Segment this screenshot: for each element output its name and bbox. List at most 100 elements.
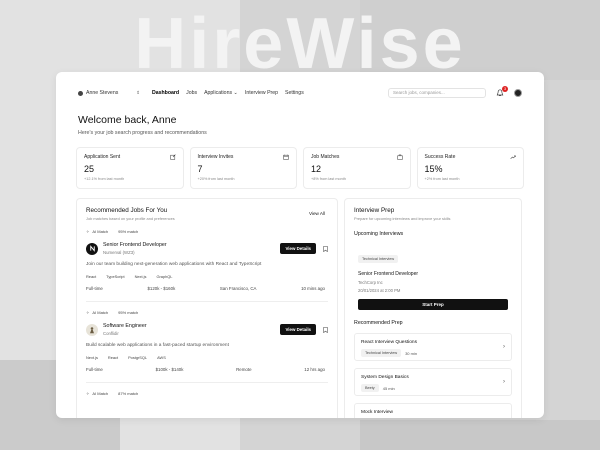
nav-jobs[interactable]: Jobs xyxy=(186,90,197,96)
job-header: Senior Frontend Developer Numerval (WZ3)… xyxy=(86,242,328,255)
stat-card-applications: Application Sent 25 +12.1% from last mon… xyxy=(76,147,184,189)
skill-tag: Next.js xyxy=(86,355,98,360)
prep-item[interactable]: React Interview Questions Technical Inte… xyxy=(354,333,512,361)
job-salary: $120k - $160k xyxy=(147,286,176,291)
stat-value: 7 xyxy=(197,164,203,174)
profile-avatar[interactable] xyxy=(514,89,522,97)
edit-icon xyxy=(169,154,176,160)
search-input[interactable]: Search jobs, companies... xyxy=(388,88,486,98)
job-posted: 12 hrs ago xyxy=(304,367,325,372)
job-description: Build scalable web applications in a fas… xyxy=(86,343,229,348)
job-company: Numerval (WZ3) xyxy=(103,250,135,255)
interview-prep-panel: Interview Prep Prepare for upcoming inte… xyxy=(344,198,522,418)
stat-label: Application Sent xyxy=(84,154,121,160)
stat-card-interviews: Interview Invites 7 +20% from last month xyxy=(189,147,297,189)
prep-item-chip: Beety xyxy=(361,384,379,392)
stats-row: Application Sent 25 +12.1% from last mon… xyxy=(56,147,544,189)
prep-item-meta: Technical Interview 30 min xyxy=(361,349,505,357)
stat-change: +12.1% from last month xyxy=(84,177,125,181)
background-block xyxy=(360,420,600,450)
job-card: ✧ AI Match 95% match Senior Frontend Deve… xyxy=(86,229,328,291)
user-name: Anne Stevens xyxy=(86,90,119,96)
nav-interview-prep[interactable]: Interview Prep xyxy=(245,90,278,96)
job-location: Remote xyxy=(236,367,252,372)
job-tags: Next.js React PostgrSQL AWS xyxy=(86,353,328,362)
match-percent: 95% match xyxy=(118,310,139,315)
chevron-right-icon: › xyxy=(503,379,505,385)
skill-tag: AWS xyxy=(157,355,166,360)
prep-item-title: React Interview Questions xyxy=(361,340,417,345)
stat-value: 25 xyxy=(84,164,95,174)
main-columns: Recommended Jobs For You Job matches bas… xyxy=(56,198,544,418)
prep-item-duration: 45 min xyxy=(382,385,395,391)
job-title[interactable]: Software Engineer xyxy=(103,323,280,329)
nav-settings[interactable]: Settings xyxy=(285,90,304,96)
chevron-down-icon: ⌄ xyxy=(233,90,238,96)
notification-badge: 3 xyxy=(502,86,508,92)
sparkle-icon: ✧ xyxy=(86,391,90,396)
nav-links: Dashboard Jobs Applications ⌄ Interview … xyxy=(152,90,388,96)
prep-item[interactable]: Mock Interview xyxy=(354,403,512,418)
recommended-jobs-panel: Recommended Jobs For You Job matches bas… xyxy=(76,198,338,418)
job-meta: Full-time $120k - $160k San Francisco, C… xyxy=(86,286,328,291)
company-logo xyxy=(86,323,98,336)
panel-title: Recommended Jobs For You xyxy=(86,207,168,214)
stat-label: Interview Invites xyxy=(197,154,234,160)
interview-company: TechCorp Inc xyxy=(358,280,383,285)
welcome-section: Welcome back, Anne Here's your job searc… xyxy=(56,114,544,136)
view-details-button[interactable]: View Details xyxy=(280,243,316,254)
view-details-button[interactable]: View Details xyxy=(280,324,316,335)
updown-icon: ⇕ xyxy=(136,90,140,95)
match-percent: 87% match xyxy=(118,391,139,396)
prep-item[interactable]: System Design Basics Beety 45 min › xyxy=(354,368,512,396)
upcoming-interviews-title: Upcoming Interviews xyxy=(354,231,404,237)
match-row: ✧ AI Match 95% match xyxy=(86,229,328,234)
match-row: ✧ AI Match 95% match xyxy=(86,310,328,315)
bookmark-icon[interactable] xyxy=(323,326,328,333)
user-avatar xyxy=(78,90,83,96)
view-all-link[interactable]: View All xyxy=(309,211,325,216)
upcoming-interview-card: Technical Interview Senior Frontend Deve… xyxy=(354,247,512,293)
ai-match-label: AI Match xyxy=(92,229,109,234)
stat-change: +20% from last month xyxy=(197,177,235,181)
top-nav: Anne Stevens ⇕ Dashboard Jobs Applicatio… xyxy=(56,72,544,114)
skill-tag: React xyxy=(86,274,97,279)
stat-change: +2% from last month xyxy=(424,177,460,181)
trend-up-icon xyxy=(510,155,516,159)
stat-change: +8% from last month xyxy=(311,177,346,181)
start-prep-button[interactable]: Start Prep xyxy=(358,299,508,310)
recommended-prep-title: Recommended Prep xyxy=(354,320,403,326)
ai-match: ✧ AI Match xyxy=(86,229,108,234)
ai-match-label: AI Match xyxy=(92,310,109,315)
skill-tag: GraphQL xyxy=(156,274,173,279)
job-type: Full-time xyxy=(86,367,103,372)
job-card: ✧ AI Match 87% match xyxy=(86,382,328,396)
panel-title: Interview Prep xyxy=(354,207,395,214)
sparkle-icon: ✧ xyxy=(86,229,90,234)
app-window: Anne Stevens ⇕ Dashboard Jobs Applicatio… xyxy=(56,72,544,418)
nav-applications[interactable]: Applications ⌄ xyxy=(204,90,238,96)
stat-card-success: Success Rate 15% +2% from last month xyxy=(416,147,524,189)
notifications-button[interactable]: 3 xyxy=(496,86,508,97)
job-meta: Full-time $100k - $140k Remote 12 hrs ag… xyxy=(86,367,328,372)
job-header: Software Engineer Conflidir View Details xyxy=(86,323,328,336)
page-title: Welcome back, Anne xyxy=(78,114,177,126)
stat-value: 15% xyxy=(424,164,443,174)
calendar-icon xyxy=(283,154,289,160)
prep-item-title: System Design Basics xyxy=(361,375,409,380)
job-title[interactable]: Senior Frontend Developer xyxy=(103,242,280,248)
prep-item-title: Mock Interview xyxy=(361,410,393,415)
skill-tag: Next.js xyxy=(134,274,147,279)
job-tags: React TypeScript Next.js GraphQL xyxy=(86,272,328,281)
user-switcher[interactable]: Anne Stevens ⇕ xyxy=(78,90,140,96)
stat-label: Job Matches xyxy=(311,154,340,160)
bookmark-icon[interactable] xyxy=(323,245,328,252)
match-row: ✧ AI Match 87% match xyxy=(86,391,328,396)
panel-subtitle: Job matches based on your profile and pr… xyxy=(86,216,175,221)
nav-dashboard[interactable]: Dashboard xyxy=(152,90,179,96)
skill-tag: PostgrSQL xyxy=(128,355,148,360)
ai-match: ✧ AI Match xyxy=(86,391,108,396)
job-salary: $100k - $140k xyxy=(155,367,184,372)
job-posted: 10 mins ago xyxy=(301,286,325,291)
prep-item-meta: Beety 45 min xyxy=(361,384,505,392)
